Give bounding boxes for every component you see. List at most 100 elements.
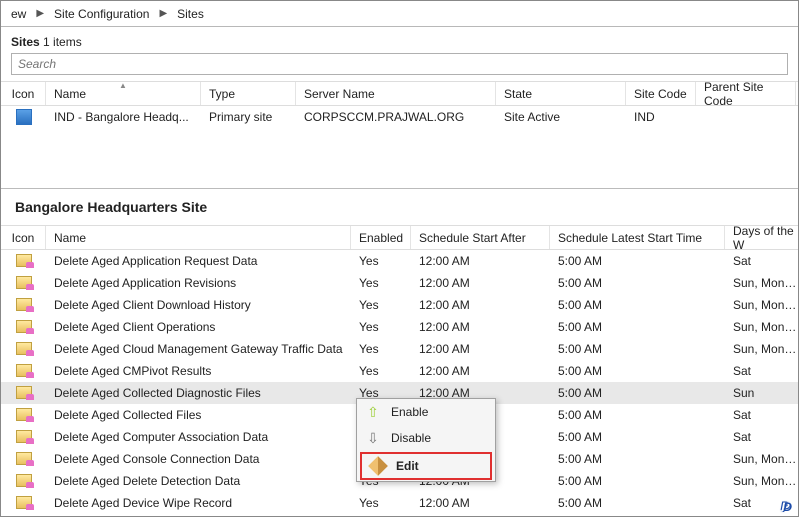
task-icon bbox=[16, 452, 32, 466]
task-row[interactable]: Delete Aged Cloud Management Gateway Tra… bbox=[1, 338, 798, 360]
task-row[interactable]: Delete Aged Client OperationsYes12:00 AM… bbox=[1, 316, 798, 338]
ctx-edit-label: Edit bbox=[396, 459, 419, 473]
sites-label: Sites bbox=[11, 35, 40, 49]
task-icon bbox=[16, 408, 32, 422]
cell-name: Delete Aged CMPivot Results bbox=[46, 364, 351, 378]
cell-latest: 5:00 AM bbox=[550, 342, 725, 356]
cell-state: Site Active bbox=[496, 110, 626, 124]
cell-latest: 5:00 AM bbox=[550, 254, 725, 268]
col-enabled[interactable]: Enabled bbox=[351, 226, 411, 249]
cell-days: Sun bbox=[725, 386, 799, 400]
chevron-right-icon: ▶ bbox=[36, 8, 44, 19]
task-row[interactable]: Delete Aged Application RevisionsYes12:0… bbox=[1, 272, 798, 294]
breadcrumb-item[interactable]: Sites bbox=[173, 5, 208, 23]
cell-latest: 5:00 AM bbox=[550, 474, 725, 488]
col-parent-site-code[interactable]: Parent Site Code bbox=[696, 82, 796, 105]
cell-name: Delete Aged Computer Association Data bbox=[46, 430, 351, 444]
cell-enabled: Yes bbox=[351, 276, 411, 290]
cell-latest: 5:00 AM bbox=[550, 364, 725, 378]
breadcrumb-item[interactable]: Site Configuration bbox=[50, 5, 153, 23]
cell-start: 12:00 AM bbox=[411, 320, 550, 334]
cell-latest: 5:00 AM bbox=[550, 430, 725, 444]
cell-latest: 5:00 AM bbox=[550, 276, 725, 290]
watermark-logo: PD bbox=[781, 500, 792, 514]
sites-grid-header: Icon Name▲ Type Server Name State Site C… bbox=[1, 82, 798, 106]
col-type[interactable]: Type bbox=[201, 82, 296, 105]
task-row[interactable]: Delete Aged Application Request DataYes1… bbox=[1, 250, 798, 272]
ctx-enable[interactable]: ⇧ Enable bbox=[357, 399, 495, 425]
cell-days: Sat bbox=[725, 408, 799, 422]
cell-enabled: Yes bbox=[351, 496, 411, 510]
col-name[interactable]: Name bbox=[46, 226, 351, 249]
cell-latest: 5:00 AM bbox=[550, 386, 725, 400]
cell-latest: 5:00 AM bbox=[550, 496, 725, 510]
cell-days: Sat bbox=[725, 364, 799, 378]
site-icon bbox=[16, 109, 32, 125]
cell-latest: 5:00 AM bbox=[550, 408, 725, 422]
highlight-box: Edit bbox=[360, 452, 492, 480]
ctx-edit[interactable]: Edit bbox=[362, 454, 490, 478]
cell-name: Delete Aged Device Wipe Record bbox=[46, 496, 351, 510]
cell-name: Delete Aged Cloud Management Gateway Tra… bbox=[46, 342, 351, 356]
cell-name: Delete Aged Console Connection Data bbox=[46, 452, 351, 466]
ctx-disable-label: Disable bbox=[391, 431, 431, 445]
ctx-disable[interactable]: ⇩ Disable bbox=[357, 425, 495, 451]
col-schedule-latest[interactable]: Schedule Latest Start Time bbox=[550, 226, 725, 249]
task-row[interactable]: Delete Aged Client Download HistoryYes12… bbox=[1, 294, 798, 316]
cell-start: 12:00 AM bbox=[411, 364, 550, 378]
cell-start: 12:00 AM bbox=[411, 254, 550, 268]
sites-count-header: Sites 1 items bbox=[1, 27, 798, 53]
task-row[interactable]: Delete Aged CMPivot ResultsYes12:00 AM5:… bbox=[1, 360, 798, 382]
cell-type: Primary site bbox=[201, 110, 296, 124]
cell-name: Delete Aged Client Download History bbox=[46, 298, 351, 312]
cell-start: 12:00 AM bbox=[411, 496, 550, 510]
breadcrumb: ew ▶ Site Configuration ▶ Sites bbox=[1, 1, 798, 27]
col-server-name[interactable]: Server Name bbox=[296, 82, 496, 105]
cell-name: IND - Bangalore Headq... bbox=[46, 110, 201, 124]
cell-days: Sat bbox=[725, 254, 799, 268]
col-name[interactable]: Name▲ bbox=[46, 82, 201, 105]
arrow-down-icon: ⇩ bbox=[367, 430, 379, 447]
task-icon bbox=[16, 342, 32, 356]
cell-days: Sun, Mon, T bbox=[725, 452, 799, 466]
cell-enabled: Yes bbox=[351, 364, 411, 378]
cell-code: IND bbox=[626, 110, 696, 124]
arrow-up-icon: ⇧ bbox=[367, 404, 379, 421]
cell-latest: 5:00 AM bbox=[550, 452, 725, 466]
task-icon bbox=[16, 298, 32, 312]
col-site-code[interactable]: Site Code bbox=[626, 82, 696, 105]
cell-days: Sun, Mon, T bbox=[725, 276, 799, 290]
breadcrumb-item[interactable]: ew bbox=[7, 5, 30, 23]
task-row[interactable]: Delete Aged Device Wipe RecordYes12:00 A… bbox=[1, 492, 798, 514]
col-icon[interactable]: Icon bbox=[1, 226, 46, 249]
col-days[interactable]: Days of the W bbox=[725, 226, 799, 249]
cell-server: CORPSCCM.PRAJWAL.ORG bbox=[296, 110, 496, 124]
task-icon bbox=[16, 320, 32, 334]
cell-name: Delete Aged Collected Files bbox=[46, 408, 351, 422]
cell-name: Delete Aged Application Request Data bbox=[46, 254, 351, 268]
ctx-enable-label: Enable bbox=[391, 405, 428, 419]
search-input[interactable] bbox=[11, 53, 788, 75]
cell-name: Delete Aged Application Revisions bbox=[46, 276, 351, 290]
context-menu: ⇧ Enable ⇩ Disable Edit bbox=[356, 398, 496, 482]
task-icon bbox=[16, 254, 32, 268]
cell-start: 12:00 AM bbox=[411, 342, 550, 356]
cell-enabled: Yes bbox=[351, 342, 411, 356]
col-schedule-start[interactable]: Schedule Start After bbox=[411, 226, 550, 249]
cell-latest: 5:00 AM bbox=[550, 298, 725, 312]
tasks-grid-header: Icon Name Enabled Schedule Start After S… bbox=[1, 226, 798, 250]
task-icon bbox=[16, 276, 32, 290]
sort-asc-icon: ▲ bbox=[119, 81, 127, 90]
task-icon bbox=[16, 430, 32, 444]
sites-grid-row[interactable]: IND - Bangalore Headq... Primary site CO… bbox=[1, 106, 798, 128]
detail-header: Bangalore Headquarters Site bbox=[1, 188, 798, 226]
col-state[interactable]: State bbox=[496, 82, 626, 105]
cell-days: Sun, Mon, T bbox=[725, 298, 799, 312]
col-icon[interactable]: Icon bbox=[1, 82, 46, 105]
cell-days: Sun, Mon, T bbox=[725, 320, 799, 334]
chevron-right-icon: ▶ bbox=[159, 8, 167, 19]
task-icon bbox=[16, 474, 32, 488]
cell-name: Delete Aged Delete Detection Data bbox=[46, 474, 351, 488]
cell-start: 12:00 AM bbox=[411, 298, 550, 312]
pencil-icon bbox=[368, 456, 388, 476]
